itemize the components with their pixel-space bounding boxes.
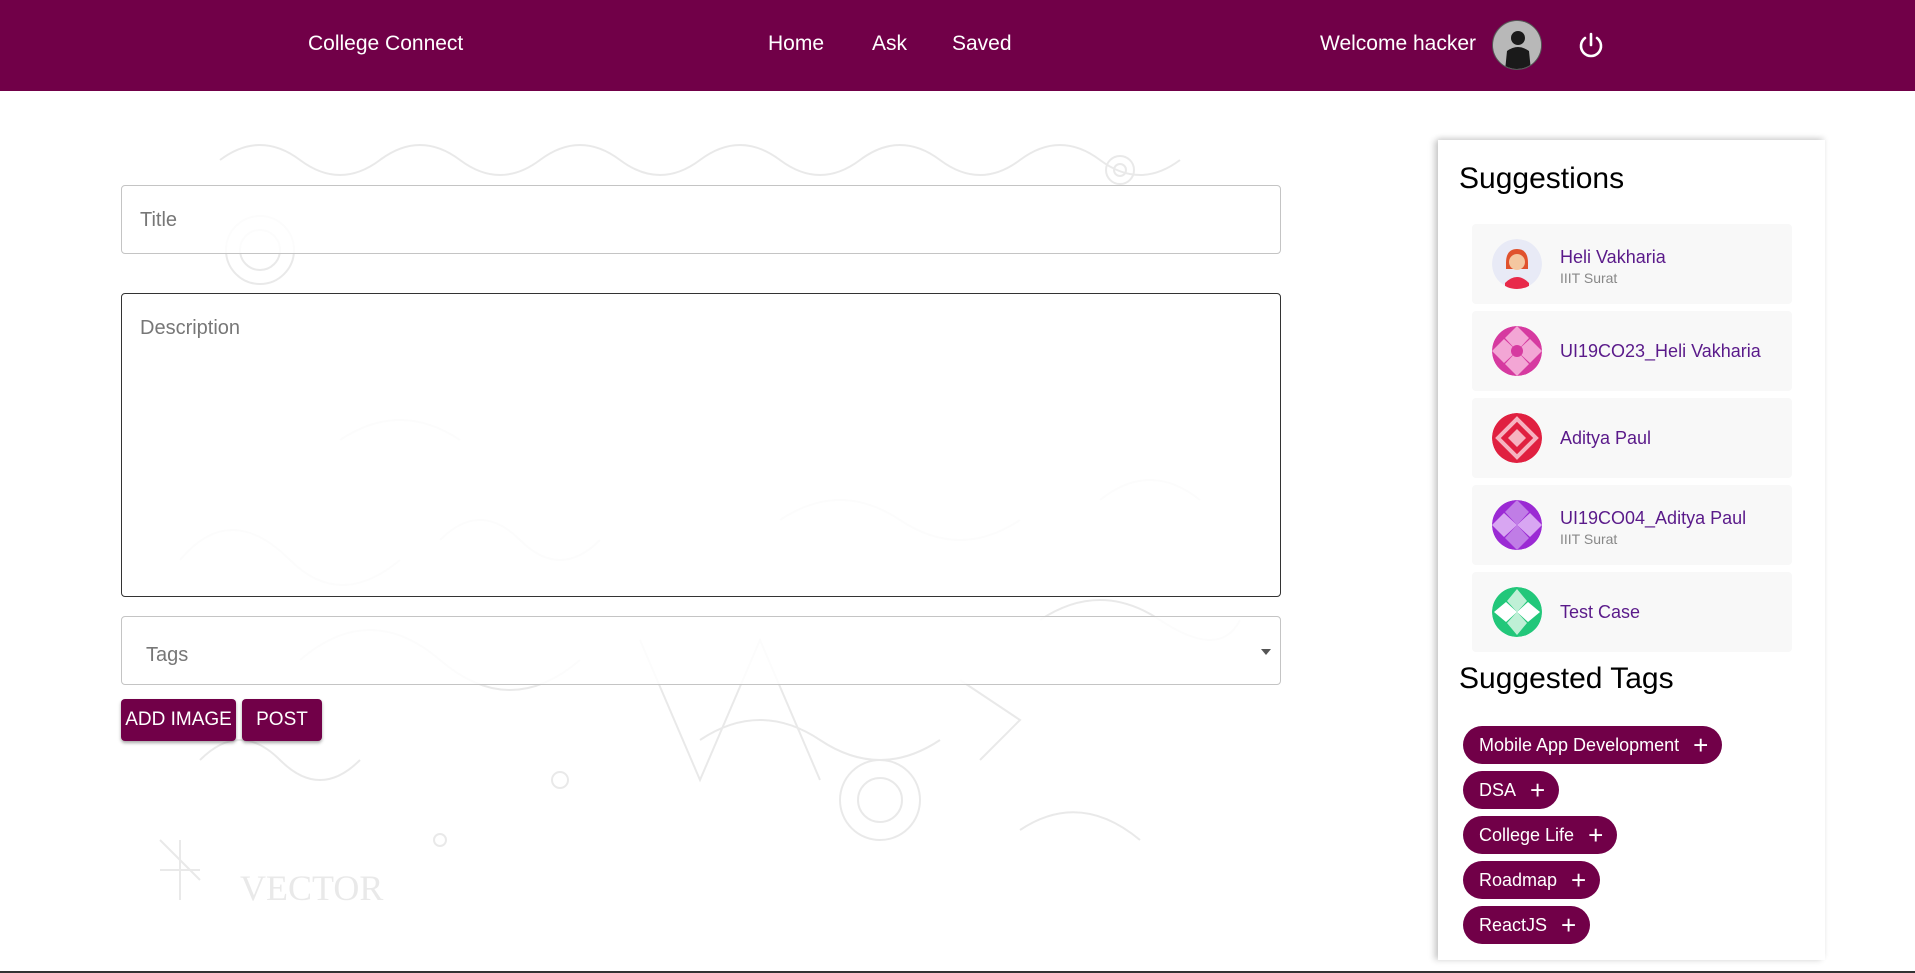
plus-icon[interactable]: +: [1693, 732, 1708, 758]
tag-label: DSA: [1479, 779, 1517, 800]
top-navbar: College Connect Home Ask Saved Welcome h…: [0, 0, 1915, 91]
tags-select[interactable]: Tags: [121, 616, 1281, 685]
plus-icon[interactable]: +: [1561, 912, 1576, 938]
tag-chip[interactable]: ReactJS +: [1463, 906, 1591, 944]
suggestion-name[interactable]: Aditya Paul: [1560, 428, 1651, 449]
tag-chip[interactable]: DSA +: [1463, 771, 1560, 809]
suggestion-avatar: [1492, 326, 1542, 376]
user-avatar[interactable]: [1492, 20, 1542, 70]
suggestion-name[interactable]: UI19CO23_Heli Vakharia: [1560, 341, 1761, 362]
nav-home-link[interactable]: Home: [768, 32, 824, 56]
suggestion-item[interactable]: UI19CO23_Heli Vakharia: [1472, 311, 1792, 391]
suggestion-avatar: [1492, 500, 1542, 550]
title-placeholder: Title: [140, 209, 178, 231]
svg-text:VECTOR: VECTOR: [240, 868, 383, 908]
nav-ask-link[interactable]: Ask: [872, 32, 907, 56]
welcome-text: Welcome hacker: [1320, 32, 1477, 55]
tag-label: ReactJS: [1479, 914, 1548, 935]
nav-saved-link[interactable]: Saved: [952, 32, 1012, 56]
plus-icon[interactable]: +: [1571, 867, 1586, 893]
suggestion-avatar: [1492, 239, 1542, 289]
tags-placeholder: Tags: [146, 644, 189, 666]
suggestion-name[interactable]: Test Case: [1560, 602, 1640, 623]
suggestion-name[interactable]: UI19CO04_Aditya Paul: [1560, 508, 1746, 529]
add-image-button[interactable]: ADD IMAGE: [121, 699, 236, 741]
tag-label: Roadmap: [1479, 869, 1558, 890]
power-logout-icon[interactable]: [1576, 30, 1606, 60]
description-placeholder: Description: [140, 317, 241, 339]
suggestion-college: IIIT Surat: [1560, 531, 1618, 547]
suggestion-item[interactable]: Heli Vakharia IIIT Surat: [1472, 224, 1792, 304]
tag-chip[interactable]: College Life +: [1463, 816, 1618, 854]
tag-label: College Life: [1479, 824, 1575, 845]
plus-icon[interactable]: +: [1588, 822, 1603, 848]
suggestions-heading: Suggestions: [1459, 162, 1625, 195]
sidebar: Suggestions Heli Vakharia IIIT Surat UI1…: [1438, 140, 1825, 960]
tag-chip[interactable]: Mobile App Development +: [1463, 726, 1723, 764]
tag-label: Mobile App Development: [1479, 734, 1680, 755]
suggestion-avatar: [1492, 413, 1542, 463]
plus-icon[interactable]: +: [1530, 777, 1545, 803]
post-button[interactable]: POST: [242, 699, 322, 741]
dropdown-arrow-icon[interactable]: [1261, 649, 1271, 655]
suggestion-name[interactable]: Heli Vakharia: [1560, 247, 1666, 268]
suggestion-item[interactable]: Test Case: [1472, 572, 1792, 652]
title-input[interactable]: Title: [121, 185, 1281, 254]
suggested-tags-heading: Suggested Tags: [1459, 662, 1674, 695]
suggestion-college: IIIT Surat: [1560, 270, 1618, 286]
suggestion-item[interactable]: Aditya Paul: [1472, 398, 1792, 478]
suggestion-avatar: [1492, 587, 1542, 637]
tag-chip[interactable]: Roadmap +: [1463, 861, 1601, 899]
suggestion-item[interactable]: UI19CO04_Aditya Paul IIIT Surat: [1472, 485, 1792, 565]
description-textarea[interactable]: Description: [121, 293, 1281, 597]
brand-logo-text[interactable]: College Connect: [308, 32, 463, 56]
